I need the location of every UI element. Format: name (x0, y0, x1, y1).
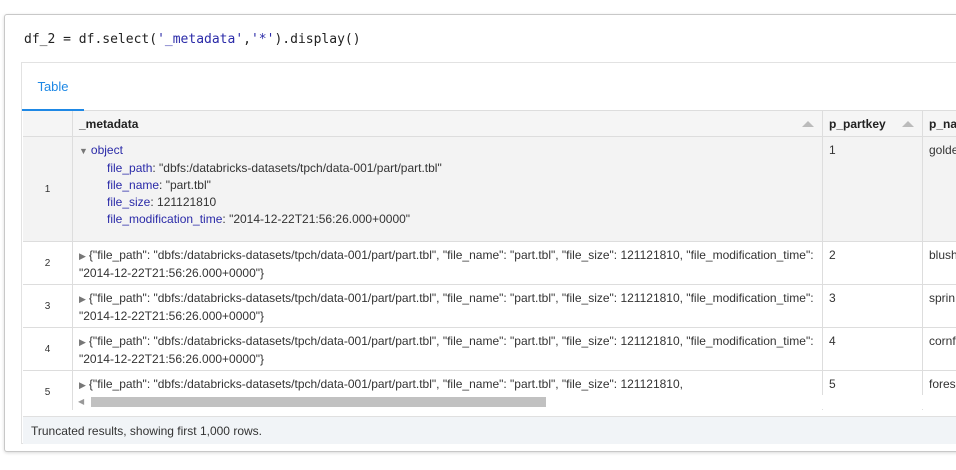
expand-icon[interactable]: ▶ (79, 251, 86, 261)
object-field: file_modification_time: "2014-12-22T21:5… (107, 212, 411, 226)
code-string: '_metadata' (157, 32, 244, 47)
p-name-cell: cornf (929, 334, 956, 348)
metadata-cell[interactable]: ▶ {"file_path": "dbfs:/databricks-dataset… (73, 242, 823, 284)
object-toggle[interactable]: ▼ object (79, 142, 816, 160)
code-text: ).display() (274, 32, 361, 47)
scroll-left-icon[interactable]: ◀ (78, 397, 84, 406)
metadata-cell[interactable]: ▶ {"file_path": "dbfs:/databricks-dataset… (73, 328, 823, 370)
p-partkey-cell: 2 (823, 242, 923, 284)
p-partkey-cell: 3 (823, 285, 923, 327)
row-index: 5 (23, 371, 73, 410)
output-panel: Table _metadata p_partkey p_na 1 ▼ object… (21, 62, 956, 444)
table-row: 1 ▼ object file_path: "dbfs:/databricks-d… (23, 137, 956, 242)
tab-table[interactable]: Table (22, 63, 84, 111)
index-header (23, 111, 73, 137)
p-name-cell: blush (929, 248, 956, 262)
p-partkey-cell: 4 (823, 328, 923, 370)
code-string: '*' (250, 32, 275, 47)
horizontal-scrollbar[interactable]: ◀ (74, 395, 956, 409)
row-index: 4 (23, 328, 73, 370)
p-partkey-cell: 1 (823, 137, 923, 241)
object-field: file_size: 121121810 (107, 195, 217, 209)
p-name-cell: golde (929, 143, 956, 157)
table-row: 2 ▶ {"file_path": "dbfs:/databricks-datas… (23, 242, 956, 285)
object-label: object (90, 143, 123, 157)
metadata-cell: ▼ object file_path: "dbfs:/databricks-dat… (73, 137, 823, 241)
scrollbar-thumb[interactable] (91, 397, 546, 407)
column-label: p_na (929, 117, 956, 131)
code-text: , (243, 32, 251, 47)
sort-icon[interactable] (802, 121, 814, 127)
column-header-p-partkey[interactable]: p_partkey (823, 111, 923, 137)
row-index: 2 (23, 242, 73, 284)
code-editor[interactable]: df_2 = df.select('_metadata','*').displa… (24, 32, 361, 47)
code-text: df_2 = df.select( (24, 32, 158, 47)
metadata-cell[interactable]: ▶ {"file_path": "dbfs:/databricks-dataset… (73, 285, 823, 327)
object-field: file_name: "part.tbl" (107, 178, 211, 192)
row-index: 1 (23, 137, 73, 241)
p-name-cell: sprin (929, 291, 956, 305)
expand-icon[interactable]: ▶ (79, 294, 86, 304)
truncation-notice: Truncated results, showing first 1,000 r… (23, 416, 956, 444)
table-row: 4 ▶ {"file_path": "dbfs:/databricks-datas… (23, 328, 956, 371)
row-index: 3 (23, 285, 73, 327)
expand-icon[interactable]: ▶ (79, 337, 86, 347)
table-row: 3 ▶ {"file_path": "dbfs:/databricks-datas… (23, 285, 956, 328)
results-table: _metadata p_partkey p_na 1 ▼ object file_… (23, 111, 956, 410)
column-label: _metadata (79, 117, 139, 131)
notebook-cell: df_2 = df.select('_metadata','*').displa… (4, 14, 956, 452)
column-label: p_partkey (829, 117, 886, 131)
object-field: file_path: "dbfs:/databricks-datasets/tp… (107, 161, 442, 175)
collapse-icon: ▼ (79, 146, 88, 156)
expand-icon[interactable]: ▶ (79, 380, 86, 390)
sort-icon[interactable] (902, 121, 914, 127)
column-header-metadata[interactable]: _metadata (73, 111, 823, 137)
column-header-p-name[interactable]: p_na (923, 111, 956, 137)
